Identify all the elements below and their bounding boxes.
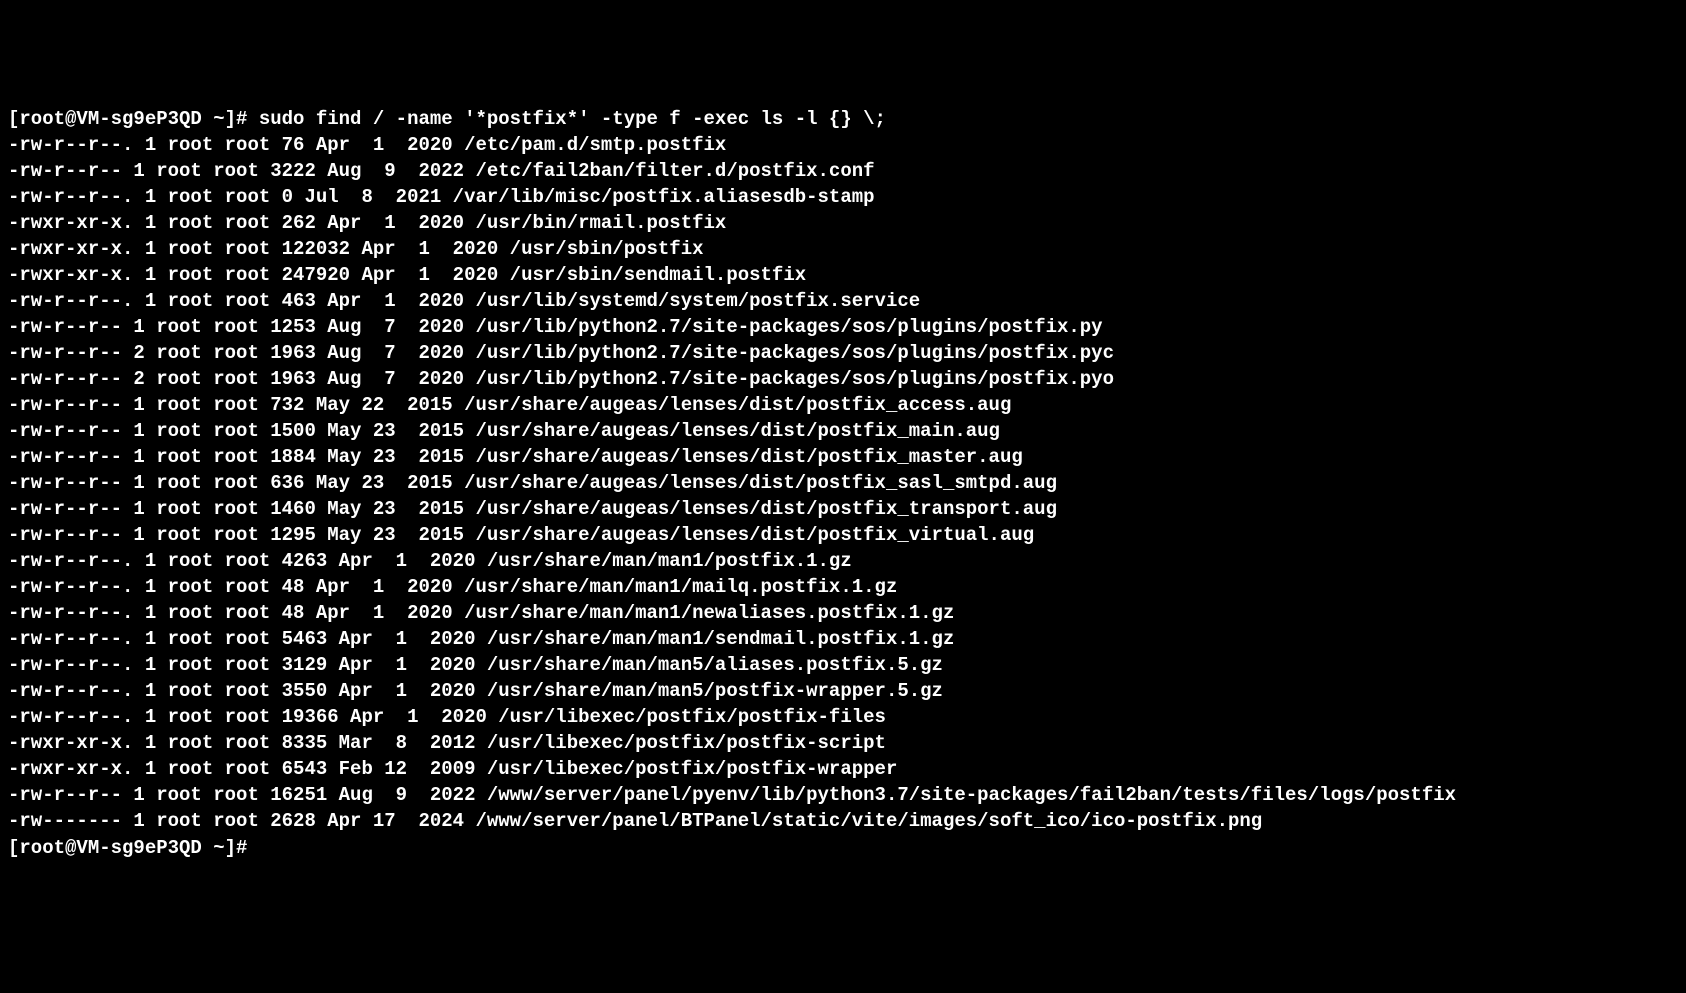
terminal-output[interactable]: [root@VM-sg9eP3QD ~]# sudo find / -name … [8,106,1678,860]
output-line: -rwxr-xr-x. 1 root root 8335 Mar 8 2012 … [8,730,1678,756]
command-prompt-line: [root@VM-sg9eP3QD ~]# sudo find / -name … [8,106,1678,132]
output-line: -rw-r--r--. 1 root root 19366 Apr 1 2020… [8,704,1678,730]
output-line: -rwxr-xr-x. 1 root root 247920 Apr 1 202… [8,262,1678,288]
output-line: -rw-r--r-- 1 root root 1500 May 23 2015 … [8,418,1678,444]
output-line: -rw-r--r-- 1 root root 16251 Aug 9 2022 … [8,782,1678,808]
output-line: -rw-r--r--. 1 root root 48 Apr 1 2020 /u… [8,574,1678,600]
output-line: -rw-r--r-- 1 root root 1253 Aug 7 2020 /… [8,314,1678,340]
output-line: -rwxr-xr-x. 1 root root 122032 Apr 1 202… [8,236,1678,262]
output-line: -rw-r--r--. 1 root root 463 Apr 1 2020 /… [8,288,1678,314]
output-line: -rw-r--r-- 1 root root 1460 May 23 2015 … [8,496,1678,522]
output-line: -rw-r--r-- 2 root root 1963 Aug 7 2020 /… [8,366,1678,392]
output-line: -rw-r--r--. 1 root root 4263 Apr 1 2020 … [8,548,1678,574]
output-line: -rw-r--r--. 1 root root 3550 Apr 1 2020 … [8,678,1678,704]
output-line: -rw-r--r-- 2 root root 1963 Aug 7 2020 /… [8,340,1678,366]
output-line: -rw-r--r-- 1 root root 636 May 23 2015 /… [8,470,1678,496]
output-line: -rw-r--r--. 1 root root 5463 Apr 1 2020 … [8,626,1678,652]
output-line: -rw------- 1 root root 2628 Apr 17 2024 … [8,808,1678,834]
output-line: -rw-r--r--. 1 root root 48 Apr 1 2020 /u… [8,600,1678,626]
output-line: -rwxr-xr-x. 1 root root 262 Apr 1 2020 /… [8,210,1678,236]
output-line: -rw-r--r--. 1 root root 76 Apr 1 2020 /e… [8,132,1678,158]
output-line: -rw-r--r-- 1 root root 1884 May 23 2015 … [8,444,1678,470]
output-line: -rw-r--r-- 1 root root 1295 May 23 2015 … [8,522,1678,548]
output-line: -rw-r--r-- 1 root root 732 May 22 2015 /… [8,392,1678,418]
output-line: -rw-r--r--. 1 root root 0 Jul 8 2021 /va… [8,184,1678,210]
command-prompt-idle: [root@VM-sg9eP3QD ~]# [8,835,1678,861]
output-line: -rwxr-xr-x. 1 root root 6543 Feb 12 2009… [8,756,1678,782]
output-line: -rw-r--r--. 1 root root 3129 Apr 1 2020 … [8,652,1678,678]
output-line: -rw-r--r-- 1 root root 3222 Aug 9 2022 /… [8,158,1678,184]
